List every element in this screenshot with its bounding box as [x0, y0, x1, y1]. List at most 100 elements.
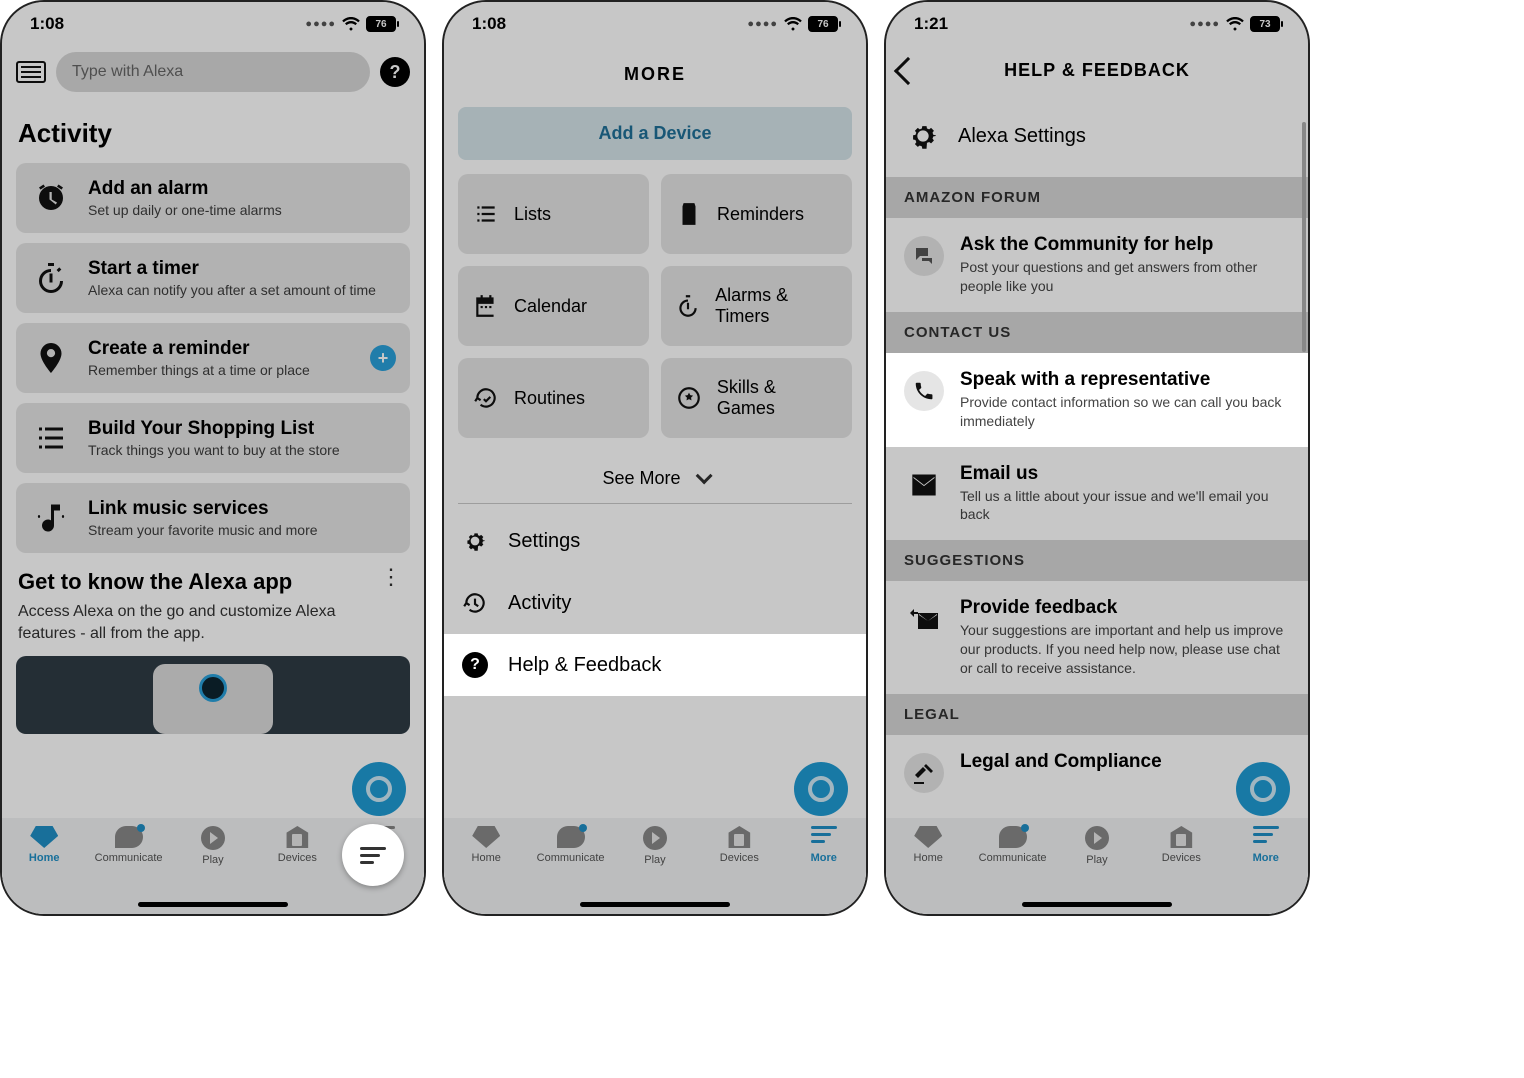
keyboard-icon[interactable] [16, 61, 46, 83]
tab-more[interactable]: More [1230, 826, 1302, 864]
home-indicator [138, 902, 288, 907]
tab-label: Communicate [95, 852, 163, 864]
grid-label: Calendar [514, 296, 587, 317]
card-subtitle: Track things you want to buy at the stor… [88, 442, 340, 458]
communicate-icon [999, 826, 1027, 848]
tab-label: Devices [278, 852, 317, 864]
home-icon [914, 826, 942, 848]
tab-bar: Home Communicate Play Devices More [444, 818, 866, 914]
home-icon [472, 826, 500, 848]
page-title: HELP & FEEDBACK [918, 60, 1276, 81]
search-input[interactable]: Type with Alexa [56, 52, 370, 92]
routines-icon [472, 384, 500, 412]
tab-communicate[interactable]: Communicate [93, 826, 165, 864]
card-title: Start a timer [88, 258, 376, 280]
tab-play[interactable]: Play [177, 826, 249, 866]
gavel-icon [904, 753, 944, 793]
card-start-timer[interactable]: Start a timer Alexa can notify you after… [16, 243, 410, 313]
devices-icon [1169, 826, 1193, 848]
row-label: Alexa Settings [958, 125, 1086, 148]
row-title: Email us [960, 463, 1290, 485]
add-badge-icon[interactable]: + [370, 345, 396, 371]
community-icon [904, 236, 944, 276]
help-icon: ? [462, 652, 488, 678]
phone-icon [904, 371, 944, 411]
grid-label: Lists [514, 204, 551, 225]
row-alexa-settings[interactable]: Alexa Settings [886, 95, 1308, 177]
home-indicator [580, 902, 730, 907]
menu-label: Settings [508, 530, 580, 553]
row-subtitle: Post your questions and get answers from… [960, 258, 1290, 296]
card-subtitle: Set up daily or one-time alarms [88, 202, 282, 218]
cellular-dots-icon: ●●●● [1189, 18, 1220, 30]
row-ask-community[interactable]: Ask the Community for help Post your que… [886, 218, 1308, 312]
tip-subtitle: Access Alexa on the go and customize Ale… [18, 601, 358, 644]
card-add-alarm[interactable]: Add an alarm Set up daily or one-time al… [16, 163, 410, 233]
row-email-us[interactable]: Email us Tell us a little about your iss… [886, 447, 1308, 541]
grid-routines[interactable]: Routines [458, 358, 649, 438]
tab-label: Play [202, 854, 223, 866]
card-title: Add an alarm [88, 178, 282, 200]
tab-home[interactable]: Home [892, 826, 964, 864]
more-icon [1253, 826, 1279, 848]
tab-label: Communicate [979, 852, 1047, 864]
card-shopping-list[interactable]: Build Your Shopping List Track things yo… [16, 403, 410, 473]
card-link-music[interactable]: Link music services Stream your favorite… [16, 483, 410, 553]
alexa-fab[interactable] [794, 762, 848, 816]
tab-play[interactable]: Play [619, 826, 691, 866]
tip-banner-image[interactable] [16, 656, 410, 734]
divider [458, 503, 852, 504]
grid-lists[interactable]: Lists [458, 174, 649, 254]
wifi-icon [1226, 17, 1244, 31]
alarm-icon [30, 177, 72, 219]
alexa-fab[interactable] [1236, 762, 1290, 816]
grid-calendar[interactable]: Calendar [458, 266, 649, 346]
screen-help-feedback: 1:21 ●●●● 73 HELP & FEEDBACK Alexa Setti… [884, 0, 1310, 916]
menu-settings[interactable]: Settings [444, 510, 866, 572]
see-more-label: See More [602, 468, 680, 488]
row-speak-representative[interactable]: Speak with a representative Provide cont… [886, 353, 1308, 447]
tab-label: Home [472, 852, 501, 864]
music-icon [30, 497, 72, 539]
card-title: Create a reminder [88, 338, 310, 360]
grid-alarms-timers[interactable]: Alarms & Timers [661, 266, 852, 346]
wifi-icon [784, 17, 802, 31]
tab-label: Play [1086, 854, 1107, 866]
tab-communicate[interactable]: Communicate [977, 826, 1049, 864]
card-create-reminder[interactable]: Create a reminder Remember things at a t… [16, 323, 410, 393]
grid-skills-games[interactable]: Skills & Games [661, 358, 852, 438]
section-header-forum: AMAZON FORUM [886, 177, 1308, 218]
screen-home: 1:08 ●●●● 76 Type with Alexa ? Activity … [0, 0, 426, 916]
tab-devices[interactable]: Devices [261, 826, 333, 864]
home-icon [30, 826, 58, 848]
tab-label: Devices [720, 852, 759, 864]
chevron-down-icon [695, 467, 712, 484]
tab-label: Communicate [537, 852, 605, 864]
tab-home[interactable]: Home [8, 826, 80, 864]
alexa-fab[interactable] [352, 762, 406, 816]
grid-reminders[interactable]: Reminders [661, 174, 852, 254]
add-device-button[interactable]: Add a Device [458, 107, 852, 160]
alexa-ring-icon [1250, 776, 1276, 802]
tab-home[interactable]: Home [450, 826, 522, 864]
cellular-dots-icon: ●●●● [747, 18, 778, 30]
devices-icon [285, 826, 309, 848]
help-icon[interactable]: ? [380, 57, 410, 87]
tab-devices[interactable]: Devices [1145, 826, 1217, 864]
tab-communicate[interactable]: Communicate [535, 826, 607, 864]
play-icon [201, 826, 225, 850]
row-title: Provide feedback [960, 597, 1290, 619]
menu-activity[interactable]: Activity [444, 572, 866, 634]
row-provide-feedback[interactable]: Provide feedback Your suggestions are im… [886, 581, 1308, 694]
see-more-button[interactable]: See More [444, 450, 866, 497]
card-subtitle: Stream your favorite music and more [88, 522, 318, 538]
alarms-timers-icon [675, 292, 701, 320]
overflow-menu-icon[interactable]: ⋮ [374, 569, 408, 586]
tab-devices[interactable]: Devices [703, 826, 775, 864]
menu-help-feedback[interactable]: ? Help & Feedback [444, 634, 866, 696]
communicate-icon [115, 826, 143, 848]
tab-label: More [811, 852, 837, 864]
highlight-more-tab[interactable] [342, 824, 404, 886]
tab-play[interactable]: Play [1061, 826, 1133, 866]
tab-more[interactable]: More [788, 826, 860, 864]
